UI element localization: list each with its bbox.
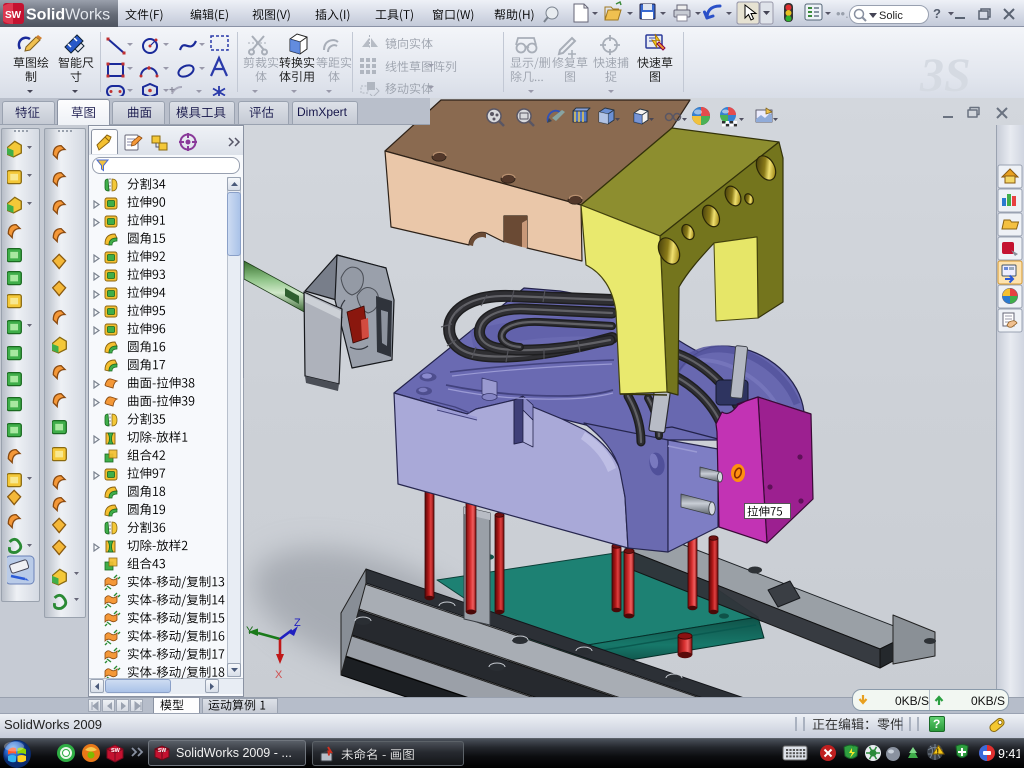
svg-text:Y: Y — [246, 625, 254, 637]
svg-text:SW: SW — [111, 748, 121, 754]
svg-text:0KB/S: 0KB/S — [971, 694, 1005, 708]
svg-text:Z: Z — [294, 617, 301, 629]
svg-text:X: X — [275, 669, 283, 681]
svg-text:0KB/S: 0KB/S — [895, 694, 929, 708]
svg-text:9:41: 9:41 — [998, 747, 1020, 761]
svg-text:!: ! — [937, 749, 939, 756]
svg-text:SW: SW — [158, 748, 166, 754]
